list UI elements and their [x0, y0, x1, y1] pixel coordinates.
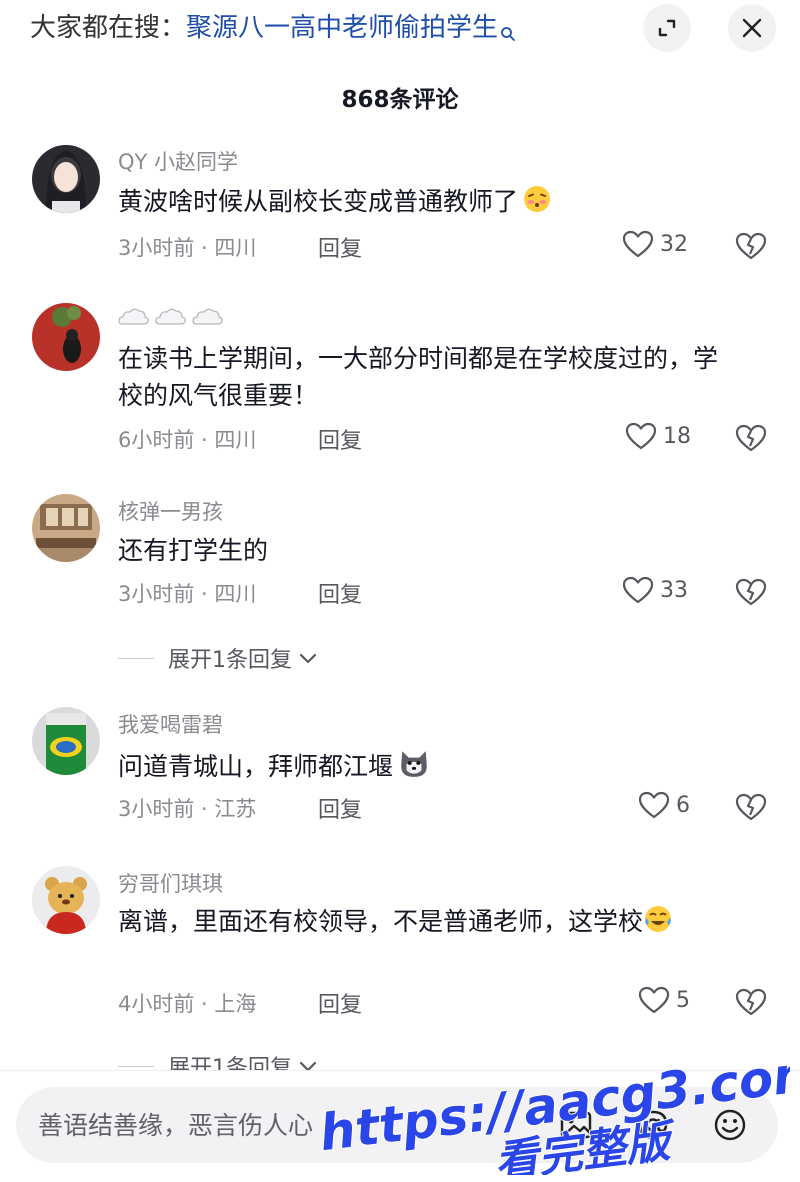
like-count: 18: [663, 423, 691, 449]
comment-text: 问道青城山，拜师都江堰: [118, 752, 394, 781]
flushed-face-emoji-icon: [524, 186, 551, 212]
like-button[interactable]: 18: [625, 421, 691, 451]
reply-button[interactable]: 回复: [318, 423, 362, 455]
comment-count-title: 868条评论: [341, 87, 459, 113]
comment-username[interactable]: QY 小赵同学: [118, 146, 238, 176]
comment-meta: 4小时前 · 上海: [118, 992, 257, 1016]
emoji-icon[interactable]: [710, 1105, 750, 1145]
like-count: 33: [660, 577, 688, 603]
comment-text: 离谱，里面还有校领导，不是普通老师，这学校: [118, 907, 644, 936]
avatar[interactable]: [32, 145, 100, 213]
comment-input-bar: [0, 1070, 800, 1182]
like-button[interactable]: 32: [622, 229, 688, 259]
reply-button[interactable]: 回复: [318, 577, 362, 609]
comment-text: 黄波啥时候从副校长变成普通教师了: [118, 187, 519, 216]
image-icon[interactable]: [556, 1105, 596, 1145]
expand-icon: [658, 19, 676, 37]
cloud-icons: [118, 308, 223, 325]
search-icon: [500, 16, 516, 41]
expand-replies-label: 展开1条回复: [168, 648, 292, 673]
comment-content: 还有打学生的: [118, 536, 269, 565]
search-suggestion-term[interactable]: 聚源八一高中老师偷拍学生: [186, 13, 498, 43]
mention-icon[interactable]: [633, 1105, 673, 1145]
comment-item: 我爱喝雷碧 问道青城山，拜师都江堰 3小时前 · 江苏 回复 6: [0, 705, 800, 845]
comment-meta: 3小时前 · 四川: [118, 582, 257, 606]
heart-icon: [625, 422, 657, 450]
broken-heart-icon[interactable]: [735, 231, 767, 261]
broken-heart-icon[interactable]: [735, 423, 767, 453]
broken-heart-icon[interactable]: [735, 792, 767, 822]
comment-item: 在读书上学期间，一大部分时间都是在学校度过的，学校的风气很重要！ 6小时前 · …: [0, 300, 800, 460]
broken-heart-icon[interactable]: [735, 577, 767, 607]
reply-button[interactable]: 回复: [318, 987, 362, 1019]
crying-laughing-emoji-icon: [645, 906, 672, 932]
like-button[interactable]: 6: [638, 790, 690, 820]
comment-meta: 3小时前 · 四川: [118, 236, 257, 260]
avatar[interactable]: [32, 866, 100, 934]
comment-username[interactable]: 穷哥们琪琪: [118, 868, 223, 898]
comment-item: 核弹一男孩 还有打学生的 3小时前 · 四川 回复 33 展开1条回复: [0, 492, 800, 682]
broken-heart-icon[interactable]: [735, 987, 767, 1017]
avatar[interactable]: [32, 707, 100, 775]
close-button[interactable]: [728, 4, 776, 52]
heart-icon: [638, 986, 670, 1014]
comment-username[interactable]: 我爱喝雷碧: [118, 709, 223, 739]
search-suggestion-prefix: 大家都在搜：: [30, 13, 187, 43]
comment-item: QY 小赵同学 黄波啥时候从副校长变成普通教师了 3小时前 · 四川 回复 32: [0, 140, 800, 280]
comment-content: 问道青城山，拜师都江堰: [118, 747, 758, 785]
comment-username[interactable]: 核弹一男孩: [118, 496, 223, 526]
divider: [118, 657, 154, 659]
reply-button[interactable]: 回复: [318, 231, 362, 263]
heart-icon: [638, 791, 670, 819]
like-count: 32: [660, 231, 688, 257]
top-bar: 大家都在搜：聚源八一高中老师偷拍学生: [0, 0, 800, 60]
comment-content: 离谱，里面还有校领导，不是普通老师，这学校: [118, 903, 748, 940]
comment-item: 穷哥们琪琪 离谱，里面还有校领导，不是普通老师，这学校 4小时前 · 上海 回复…: [0, 864, 800, 1081]
search-suggestion[interactable]: 大家都在搜：聚源八一高中老师偷拍学生: [30, 10, 516, 46]
like-count: 5: [676, 987, 690, 1013]
comment-meta: 6小时前 · 四川: [118, 428, 257, 452]
expand-replies-button[interactable]: 展开1条回复: [118, 642, 318, 674]
divider: [118, 1065, 154, 1067]
comment-input-container[interactable]: [16, 1087, 778, 1163]
chevron-down-icon: [299, 653, 317, 664]
comment-content: 在读书上学期间，一大部分时间都是在学校度过的，学校的风气很重要！: [118, 344, 719, 410]
avatar[interactable]: [32, 494, 100, 562]
like-count: 6: [676, 792, 690, 818]
like-button[interactable]: 5: [638, 985, 690, 1015]
comment-meta: 3小时前 · 江苏: [118, 797, 257, 821]
close-icon: [742, 18, 762, 38]
husky-dog-emoji-icon: [401, 751, 427, 777]
reply-button[interactable]: 回复: [318, 792, 362, 824]
comment-username[interactable]: [118, 304, 228, 335]
heart-icon: [622, 230, 654, 258]
heart-icon: [622, 576, 654, 604]
comment-content: 黄波啥时候从副校长变成普通教师了: [118, 183, 758, 220]
avatar[interactable]: [32, 303, 100, 371]
fullscreen-button[interactable]: [643, 4, 691, 52]
comment-input[interactable]: [38, 1105, 538, 1145]
like-button[interactable]: 33: [622, 575, 688, 605]
